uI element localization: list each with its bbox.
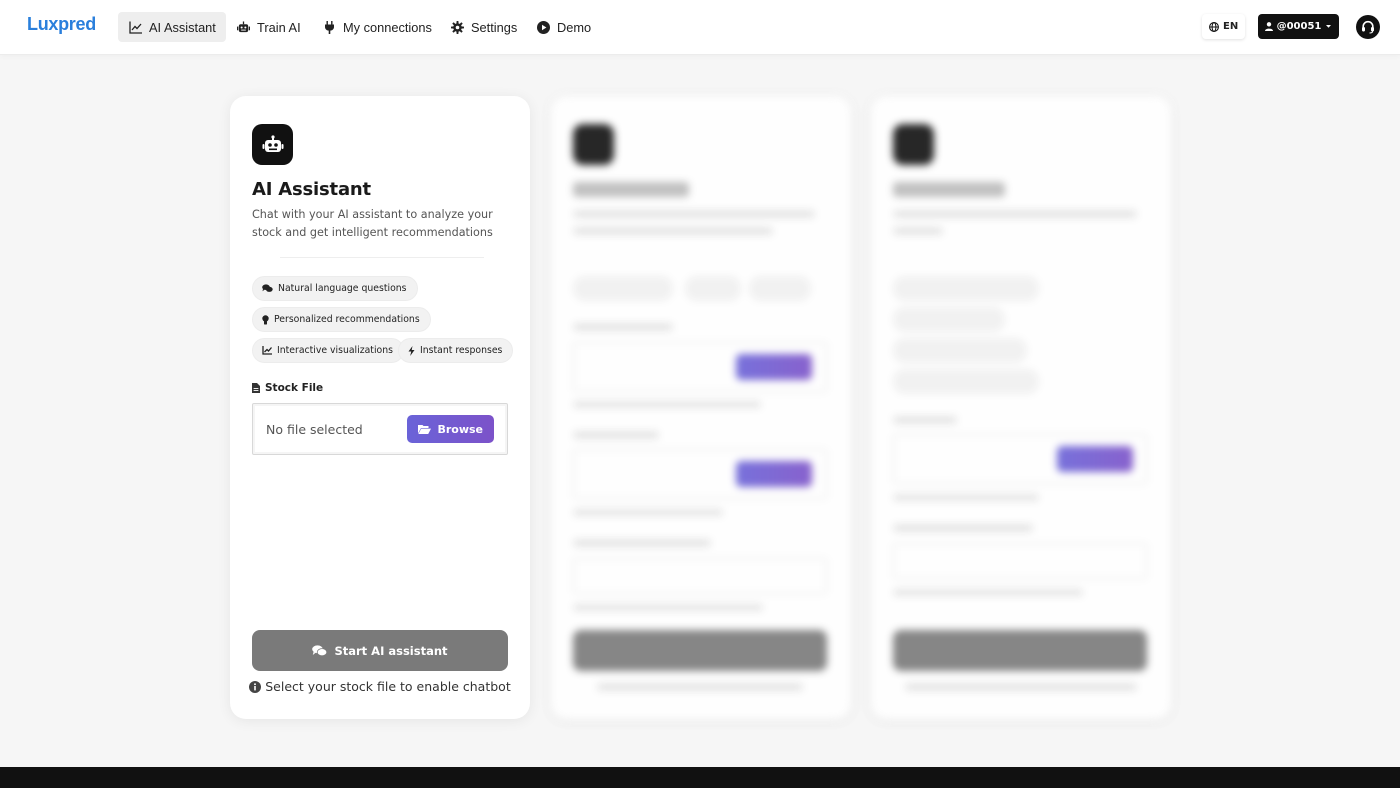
caret-down-icon (1326, 25, 1332, 28)
nav-ai-assistant-label: AI Assistant (149, 19, 216, 35)
headset-icon[interactable] (1356, 15, 1380, 39)
folder-open-icon (418, 425, 432, 434)
robot-icon (252, 124, 293, 165)
button-placeholder (573, 630, 827, 671)
nav-settings-label: Settings (471, 19, 518, 35)
gear-icon (451, 20, 464, 34)
user-handle: @00051 (1276, 21, 1322, 32)
language-selector[interactable]: EN (1202, 14, 1246, 39)
card-icon-tile (573, 124, 614, 165)
label-placeholder (893, 524, 1033, 532)
nav-my-connections[interactable]: My connections (312, 12, 442, 42)
enable-hint: Select your stock file to enable chatbot (230, 679, 530, 694)
browse-placeholder (736, 461, 812, 487)
browse-label: Browse (437, 422, 483, 436)
text-placeholder (573, 401, 761, 408)
text-placeholder (893, 494, 1039, 501)
stock-file-label: Stock File (252, 382, 323, 394)
browse-button[interactable]: Browse (407, 415, 494, 443)
text-placeholder (893, 589, 1083, 596)
background-content (0, 0, 1400, 788)
feature-chip: Natural language questions (252, 276, 418, 301)
nav-settings[interactable]: Settings (440, 12, 527, 42)
card-icon-tile (893, 124, 934, 165)
chip-placeholder (893, 307, 1005, 332)
comments-icon (312, 644, 328, 656)
button-placeholder (893, 630, 1147, 671)
user-icon (1264, 22, 1273, 31)
card-description: Chat with your AI assistant to analyze y… (252, 208, 493, 239)
label-placeholder (893, 416, 957, 424)
feature-label: Personalized recommendations (274, 314, 420, 325)
nav-demo-label: Demo (557, 19, 592, 35)
user-menu-button[interactable]: @00051 (1258, 14, 1339, 39)
nav-train-ai-label: Train AI (257, 19, 301, 35)
label-placeholder (573, 323, 673, 331)
robot-icon (237, 20, 250, 32)
plug-icon (325, 20, 334, 34)
chip-placeholder (893, 338, 1027, 363)
footer-bar (0, 767, 1400, 788)
luxpred-logo[interactable]: Luxpred (27, 14, 96, 35)
info-circle-icon (249, 680, 262, 693)
input-placeholder (893, 543, 1147, 579)
chip-placeholder (893, 276, 1039, 301)
language-label: EN (1223, 21, 1239, 32)
chip-placeholder (685, 276, 741, 301)
nav-demo[interactable]: Demo (526, 12, 601, 42)
text-placeholder (573, 210, 815, 218)
card-title-placeholder (893, 182, 1005, 197)
text-placeholder (905, 683, 1137, 691)
text-placeholder (893, 227, 943, 235)
feature-label: Instant responses (420, 345, 503, 356)
stock-file-label-text: Stock File (265, 382, 324, 394)
feature-chip: Personalized recommendations (252, 307, 431, 332)
label-placeholder (573, 539, 711, 547)
nav-train-ai[interactable]: Train AI (226, 12, 311, 42)
card-title-placeholder (573, 182, 689, 197)
divider (280, 257, 484, 258)
nav-ai-assistant[interactable]: AI Assistant (118, 12, 226, 42)
chart-line-icon (262, 346, 272, 355)
feature-label: Natural language questions (278, 283, 407, 294)
full-prediction-card (871, 96, 1171, 719)
feature-chip: Interactive visualizations (252, 338, 404, 363)
file-status-text: No file selected (266, 421, 363, 437)
text-placeholder (573, 604, 763, 611)
bolt-icon (408, 345, 415, 356)
label-placeholder (573, 431, 659, 439)
stock-file-input[interactable]: No file selected Browse (252, 403, 508, 455)
play-circle-icon (537, 20, 550, 34)
text-placeholder (893, 210, 1137, 218)
globe-icon (1209, 21, 1219, 32)
top-navbar: Luxpred AI Assistant Train AI My connect… (0, 0, 1400, 55)
input-placeholder (573, 558, 827, 594)
feature-chip: Instant responses (398, 338, 514, 363)
lightbulb-icon (262, 314, 269, 324)
comments-icon (262, 284, 273, 292)
card-title: AI Assistant (252, 179, 371, 200)
chip-placeholder (573, 276, 673, 301)
start-ai-assistant-label: Start AI assistant (334, 643, 448, 658)
start-ai-assistant-button[interactable]: Start AI assistant (252, 630, 508, 671)
chip-placeholder (893, 369, 1039, 394)
chart-line-icon (129, 21, 142, 34)
ai-assistant-card: AI Assistant Chat with your AI assistant… (230, 96, 530, 719)
quick-analysis-card (551, 96, 851, 719)
browse-placeholder (736, 354, 812, 380)
text-placeholder (573, 509, 723, 516)
browse-placeholder (1057, 446, 1133, 472)
feature-label: Interactive visualizations (277, 345, 393, 356)
text-placeholder (573, 227, 773, 235)
chip-placeholder (749, 276, 811, 301)
nav-my-connections-label: My connections (343, 19, 432, 35)
enable-hint-text: Select your stock file to enable chatbot (265, 679, 511, 694)
text-placeholder (597, 683, 803, 691)
file-icon (252, 383, 260, 393)
